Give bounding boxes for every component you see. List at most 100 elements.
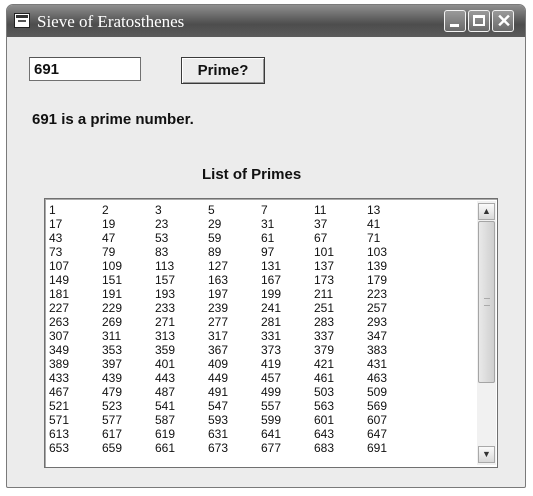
prime-value: 331 [261, 329, 282, 343]
prime-value: 167 [261, 273, 282, 287]
prime-value: 59 [208, 231, 222, 245]
prime-value: 211 [314, 287, 334, 301]
prime-value: 433 [49, 371, 70, 385]
list-item[interactable]: 467 479 487 491 499 503 509 [49, 386, 479, 399]
prime-value: 223 [367, 287, 388, 301]
prime-value: 577 [102, 413, 123, 427]
scroll-down-button[interactable]: ▼ [478, 446, 495, 463]
prime-value: 397 [102, 357, 123, 371]
prime-value: 11 [314, 203, 327, 217]
prime-value: 193 [155, 287, 176, 301]
prime-value: 109 [102, 259, 123, 273]
list-item[interactable]: 149 151 157 163 167 173 179 [49, 274, 479, 287]
scroll-up-icon: ▲ [482, 206, 491, 216]
prime-value: 83 [155, 245, 169, 259]
prime-value: 179 [367, 273, 388, 287]
prime-check-button[interactable]: Prime? [181, 57, 265, 84]
prime-value: 563 [314, 399, 335, 413]
prime-value: 263 [49, 315, 70, 329]
prime-value: 107 [49, 259, 70, 273]
prime-value: 419 [261, 357, 282, 371]
list-item[interactable]: 521 523 541 547 557 563 569 [49, 400, 479, 413]
prime-value: 71 [367, 231, 381, 245]
prime-value: 487 [155, 385, 176, 399]
prime-value: 229 [102, 301, 123, 315]
prime-value: 19 [102, 217, 116, 231]
prime-value: 691 [367, 441, 388, 455]
prime-value: 157 [155, 273, 176, 287]
app-window-icon[interactable] [14, 13, 30, 30]
prime-value: 631 [208, 427, 229, 441]
prime-value: 619 [155, 427, 176, 441]
prime-value: 31 [261, 217, 275, 231]
prime-value: 557 [261, 399, 282, 413]
scroll-grip-icon [484, 298, 490, 306]
prime-value: 569 [367, 399, 388, 413]
list-item[interactable]: 107 109 113 127 131 137 139 [49, 260, 479, 273]
minimize-button[interactable] [444, 10, 466, 32]
list-item[interactable]: 433 439 443 449 457 461 463 [49, 372, 479, 385]
list-item[interactable]: 263 269 271 277 281 283 293 [49, 316, 479, 329]
prime-value: 1 [49, 203, 56, 217]
list-item[interactable]: 571 577 587 593 599 601 607 [49, 414, 479, 427]
list-item[interactable]: 613 617 619 631 641 643 647 [49, 428, 479, 441]
prime-value: 673 [208, 441, 229, 455]
minimize-icon [450, 24, 459, 27]
maximize-button[interactable] [468, 10, 490, 32]
prime-value: 293 [367, 315, 388, 329]
prime-value: 307 [49, 329, 70, 343]
prime-value: 359 [155, 343, 176, 357]
prime-value: 457 [261, 371, 282, 385]
prime-value: 499 [261, 385, 282, 399]
number-input[interactable] [29, 57, 141, 81]
prime-value: 479 [102, 385, 123, 399]
prime-value: 5 [208, 203, 215, 217]
prime-value: 521 [49, 399, 70, 413]
prime-value: 271 [155, 315, 176, 329]
prime-value: 3 [155, 203, 162, 217]
prime-value: 661 [155, 441, 176, 455]
maximize-icon [473, 15, 485, 26]
prime-value: 151 [102, 273, 123, 287]
prime-value: 199 [261, 287, 282, 301]
prime-value: 349 [49, 343, 70, 357]
prime-value: 389 [49, 357, 70, 371]
prime-value: 41 [367, 217, 381, 231]
prime-value: 251 [314, 301, 335, 315]
prime-value: 131 [261, 259, 282, 273]
list-item[interactable]: 43 47 53 59 61 67 71 [49, 232, 479, 245]
list-item[interactable]: 389 397 401 409 419 421 431 [49, 358, 479, 371]
prime-value: 431 [367, 357, 388, 371]
prime-value: 643 [314, 427, 335, 441]
prime-value: 2 [102, 203, 109, 217]
prime-value: 587 [155, 413, 176, 427]
list-item[interactable]: 349 353 359 367 373 379 383 [49, 344, 479, 357]
prime-value: 509 [367, 385, 388, 399]
list-item[interactable]: 1 2 3 5 7 11 13 [49, 204, 479, 217]
list-item[interactable]: 307 311 313 317 331 337 347 [49, 330, 479, 343]
list-item[interactable]: 73 79 83 89 97 101 103 [49, 246, 479, 259]
scroll-down-icon: ▼ [482, 449, 491, 459]
prime-value: 503 [314, 385, 335, 399]
prime-value: 607 [367, 413, 388, 427]
prime-value: 173 [314, 273, 335, 287]
vertical-scrollbar[interactable]: ▲ ▼ [477, 201, 496, 465]
prime-value: 239 [208, 301, 229, 315]
close-button[interactable]: ✕ [492, 10, 514, 32]
prime-value: 149 [49, 273, 70, 287]
prime-value: 439 [102, 371, 123, 385]
prime-value: 197 [208, 287, 229, 301]
list-item[interactable]: 653 659 661 673 677 683 691 [49, 442, 479, 455]
result-label: 691 is a prime number. [32, 111, 194, 128]
primes-listbox[interactable]: 1 2 3 5 7 11 13 17 19 23 29 31 37 41 43 47 53 59 61 67 71 73 7… [44, 198, 498, 468]
prime-value: 683 [314, 441, 335, 455]
prime-value: 317 [208, 329, 229, 343]
list-item[interactable]: 227 229 233 239 241 251 257 [49, 302, 479, 315]
scroll-thumb[interactable] [478, 221, 495, 383]
prime-value: 127 [208, 259, 229, 273]
list-item[interactable]: 181 191 193 197 199 211 223 [49, 288, 479, 301]
scroll-up-button[interactable]: ▲ [478, 203, 495, 220]
title-bar[interactable]: Sieve of Eratosthenes ✕ [7, 5, 525, 37]
prime-value: 409 [208, 357, 229, 371]
list-item[interactable]: 17 19 23 29 31 37 41 [49, 218, 479, 231]
